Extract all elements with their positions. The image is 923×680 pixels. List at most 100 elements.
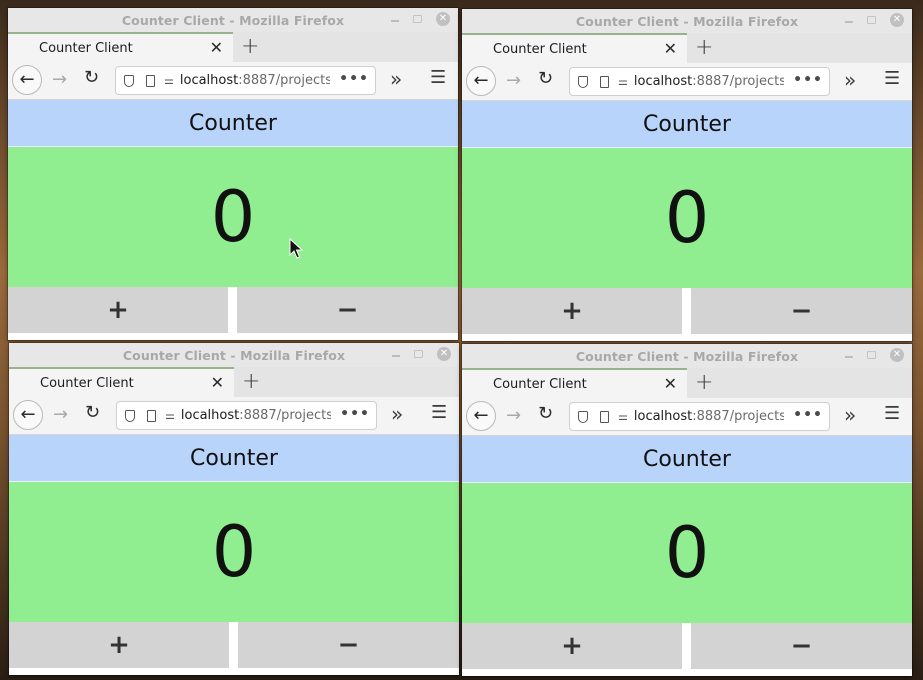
hamburger-menu-icon[interactable]: ☰: [884, 68, 900, 89]
hamburger-menu-icon[interactable]: ☰: [884, 403, 900, 424]
permissions-icon[interactable]: ⚌: [165, 409, 175, 422]
plus-icon[interactable]: +: [241, 34, 259, 59]
window-top-right[interactable]: Counter Client - Mozilla Firefox ✕ Count…: [462, 9, 912, 341]
more-icon[interactable]: •••: [339, 71, 369, 87]
chevron-double-right-icon[interactable]: »: [390, 67, 402, 91]
minimize-icon[interactable]: [392, 355, 400, 357]
close-icon[interactable]: ✕: [890, 348, 904, 362]
permissions-icon[interactable]: ⚌: [164, 74, 174, 87]
url-text[interactable]: localhost:8887/projects: [180, 73, 330, 88]
close-icon[interactable]: ✕: [436, 12, 450, 26]
chevron-double-right-icon[interactable]: »: [844, 68, 856, 92]
minimize-icon[interactable]: [845, 21, 853, 23]
window-titlebar[interactable]: Counter Client - Mozilla Firefox ✕: [462, 9, 912, 33]
shield-icon[interactable]: [125, 409, 135, 422]
tab-label: Counter Client: [493, 41, 587, 57]
window-title: Counter Client - Mozilla Firefox: [122, 347, 346, 363]
maximize-icon[interactable]: [413, 15, 422, 23]
page-content: Counter 0 + −: [462, 101, 912, 341]
more-icon[interactable]: •••: [793, 407, 823, 423]
reload-icon[interactable]: ↻: [84, 67, 99, 88]
window-bottom-right[interactable]: Counter Client - Mozilla Firefox ✕ Count…: [462, 344, 912, 676]
close-icon[interactable]: ✕: [890, 13, 904, 27]
url-host: localhost: [633, 74, 693, 89]
tab-close-icon[interactable]: ✕: [664, 374, 677, 393]
increment-button[interactable]: +: [462, 623, 682, 669]
plus-icon[interactable]: +: [242, 369, 260, 394]
counter-value: 0: [210, 176, 256, 258]
decrement-button[interactable]: −: [691, 623, 912, 669]
chevron-double-right-icon[interactable]: »: [844, 403, 856, 427]
more-icon[interactable]: •••: [793, 72, 823, 88]
minimize-icon[interactable]: [391, 20, 399, 22]
forward-arrow-icon[interactable]: →: [53, 404, 68, 425]
back-arrow-icon[interactable]: ←: [13, 400, 43, 430]
reload-icon[interactable]: ↻: [85, 402, 100, 423]
page-icon[interactable]: [600, 75, 609, 88]
tab-close-icon[interactable]: ✕: [211, 373, 224, 392]
plus-icon[interactable]: +: [695, 370, 713, 395]
more-icon[interactable]: •••: [340, 406, 370, 422]
maximize-icon[interactable]: [414, 350, 423, 358]
url-bar[interactable]: ⚌ localhost:8887/projects •••: [569, 67, 830, 96]
page-icon[interactable]: [147, 409, 156, 422]
tab-counter-client[interactable]: Counter Client ✕: [8, 32, 233, 62]
shield-icon[interactable]: [578, 75, 588, 88]
tab-close-icon[interactable]: ✕: [210, 38, 223, 57]
increment-button[interactable]: +: [9, 622, 229, 668]
back-arrow-icon[interactable]: ←: [12, 65, 42, 95]
navigation-toolbar: ← → ↻ ⚌ localhost:8887/projects ••• » ☰: [462, 398, 912, 436]
window-top-left[interactable]: Counter Client - Mozilla Firefox ✕ Count…: [8, 8, 458, 340]
page-icon[interactable]: [600, 410, 609, 423]
close-icon[interactable]: ✕: [437, 347, 451, 361]
url-bar[interactable]: ⚌ localhost:8887/projects •••: [115, 66, 376, 95]
window-titlebar[interactable]: Counter Client - Mozilla Firefox ✕: [9, 343, 459, 367]
navigation-toolbar: ← → ↻ ⚌ localhost:8887/projects ••• » ☰: [8, 62, 458, 100]
window-bottom-left[interactable]: Counter Client - Mozilla Firefox ✕ Count…: [9, 343, 459, 675]
chevron-double-right-icon[interactable]: »: [391, 402, 403, 426]
shield-icon[interactable]: [124, 74, 134, 87]
forward-arrow-icon[interactable]: →: [506, 70, 521, 91]
page-icon[interactable]: [146, 74, 155, 87]
plus-icon[interactable]: +: [695, 35, 713, 60]
url-path: :8887/projects: [239, 408, 331, 423]
window-titlebar[interactable]: Counter Client - Mozilla Firefox ✕: [8, 8, 458, 32]
navigation-toolbar: ← → ↻ ⚌ localhost:8887/projects ••• » ☰: [9, 397, 459, 435]
page-content: Counter 0 + −: [462, 436, 912, 676]
maximize-icon[interactable]: [867, 16, 876, 24]
tab-counter-client[interactable]: Counter Client ✕: [462, 33, 687, 63]
back-arrow-icon[interactable]: ←: [466, 66, 496, 96]
forward-arrow-icon[interactable]: →: [52, 69, 67, 90]
maximize-icon[interactable]: [867, 351, 876, 359]
tab-counter-client[interactable]: Counter Client ✕: [462, 368, 687, 398]
shield-icon[interactable]: [578, 410, 588, 423]
hamburger-menu-icon[interactable]: ☰: [431, 402, 447, 423]
reload-icon[interactable]: ↻: [538, 403, 553, 424]
url-bar[interactable]: ⚌ localhost:8887/projects •••: [569, 402, 830, 431]
page-content: Counter 0 + −: [8, 100, 458, 340]
url-host: localhost: [180, 408, 240, 423]
url-path: :8887/projects: [238, 73, 330, 88]
hamburger-menu-icon[interactable]: ☰: [430, 67, 446, 88]
reload-icon[interactable]: ↻: [538, 68, 553, 89]
decrement-button[interactable]: −: [237, 287, 458, 333]
decrement-button[interactable]: −: [691, 288, 912, 334]
forward-arrow-icon[interactable]: →: [506, 405, 521, 426]
url-text[interactable]: localhost:8887/projects: [634, 409, 784, 424]
decrement-button[interactable]: −: [238, 622, 459, 668]
url-text[interactable]: localhost:8887/projects: [634, 74, 784, 89]
permissions-icon[interactable]: ⚌: [618, 410, 628, 423]
tab-label: Counter Client: [39, 40, 133, 56]
counter-display: 0: [462, 483, 912, 623]
tab-counter-client[interactable]: Counter Client ✕: [9, 367, 234, 397]
counter-controls: + −: [9, 622, 459, 668]
increment-button[interactable]: +: [462, 288, 682, 334]
tab-close-icon[interactable]: ✕: [664, 39, 677, 58]
permissions-icon[interactable]: ⚌: [618, 75, 628, 88]
url-text[interactable]: localhost:8887/projects: [181, 408, 331, 423]
back-arrow-icon[interactable]: ←: [466, 401, 496, 431]
minimize-icon[interactable]: [845, 356, 853, 358]
window-titlebar[interactable]: Counter Client - Mozilla Firefox ✕: [462, 344, 912, 368]
url-bar[interactable]: ⚌ localhost:8887/projects •••: [116, 401, 377, 430]
increment-button[interactable]: +: [8, 287, 228, 333]
